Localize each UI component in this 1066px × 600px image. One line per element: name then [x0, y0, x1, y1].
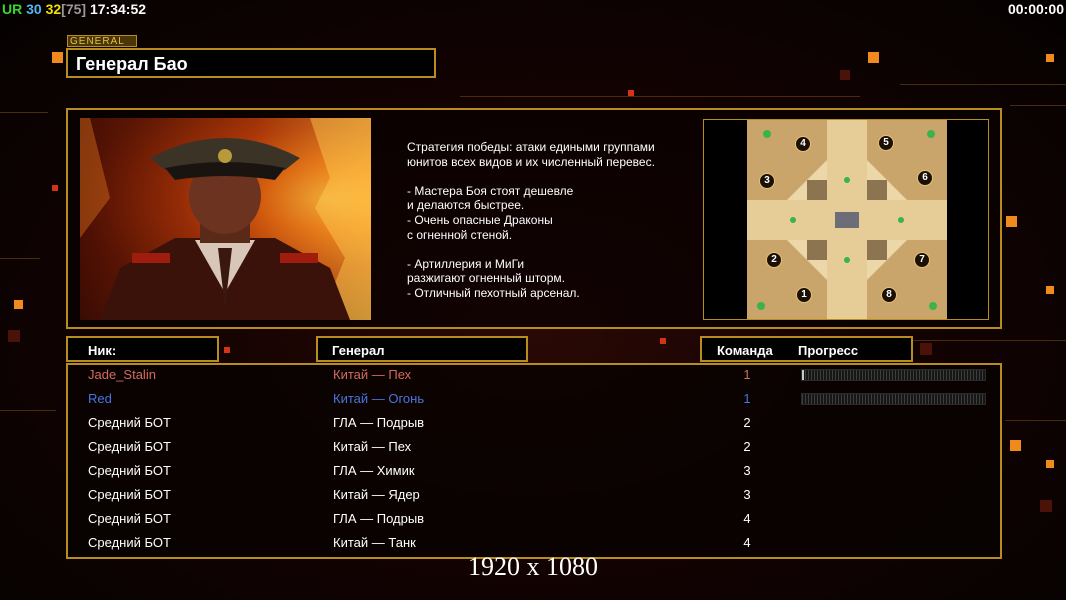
player-row[interactable]: Jade_Stalin Китай — Пех 1 [68, 365, 1000, 389]
map-start-position[interactable]: 6 [917, 170, 933, 186]
player-team: 3 [743, 487, 751, 502]
player-nick: Red [88, 391, 112, 406]
hud-ur-label: UR [2, 1, 23, 17]
player-general: Китай — Пех [333, 367, 412, 382]
column-header-team-progress: Команда Прогресс [700, 336, 913, 362]
column-header-progress-label: Прогресс [798, 343, 859, 358]
map-start-position[interactable]: 8 [881, 287, 897, 303]
general-name: Генерал Бао [76, 54, 188, 74]
player-team: 2 [743, 439, 751, 454]
player-list: Jade_Stalin Китай — Пех 1 Red Китай — Ог… [66, 363, 1002, 559]
player-row[interactable]: Средний БОТ Китай — Ядер 3 [68, 485, 1000, 509]
player-nick: Средний БОТ [88, 439, 171, 454]
description-line: - Мастера Боя стоят дешевле [407, 183, 574, 198]
map-start-position[interactable]: 4 [795, 136, 811, 152]
map-start-position[interactable]: 2 [766, 252, 782, 268]
general-name-box: Генерал Бао [66, 48, 436, 78]
column-header-team-label: Команда [717, 343, 773, 358]
player-team: 4 [743, 535, 751, 550]
general-portrait-image [80, 118, 371, 320]
map-terrain [747, 120, 947, 319]
description-line [407, 169, 687, 184]
map-start-position[interactable]: 7 [914, 252, 930, 268]
player-general: ГЛА — Химик [333, 463, 415, 478]
description-line: - Очень опасные Драконы [407, 212, 553, 227]
player-progress-bar [801, 369, 986, 381]
player-nick: Средний БОТ [88, 535, 171, 550]
player-general: Китай — Танк [333, 535, 416, 550]
map-start-position[interactable]: 5 [878, 135, 894, 151]
description-line [407, 301, 687, 316]
resolution-caption: 1920 x 1080 [468, 552, 598, 581]
description-line: разжигают огненный шторм. [407, 271, 565, 286]
player-general: Китай — Пех [333, 439, 412, 454]
game-lobby-screen: UR 30 32[75] 17:34:52 00:00:00 GENERAL Г… [0, 0, 1066, 600]
player-progress-bar [801, 393, 986, 405]
player-general: ГЛА — Подрыв [333, 415, 425, 430]
player-team: 1 [743, 367, 751, 382]
player-team: 1 [743, 391, 751, 406]
player-nick: Средний БОТ [88, 511, 171, 526]
player-nick: Средний БОТ [88, 415, 171, 430]
player-progress-fill [802, 370, 804, 380]
player-general: ГЛА — Подрыв [333, 511, 425, 526]
description-line: - Артиллерия и МиГи [407, 256, 525, 271]
hud-fps-value: 30 [26, 1, 42, 17]
general-portrait [80, 118, 371, 320]
description-line: и делаются быстрее. [407, 198, 525, 213]
description-line: юнитов всех видов и их численный перевес… [407, 154, 655, 169]
column-header-nick: Ник: [66, 336, 219, 362]
column-header-general: Генерал [316, 336, 528, 362]
map-start-position[interactable]: 1 [796, 287, 812, 303]
player-general: Китай — Ядер [333, 487, 420, 502]
hud-fps-limit: 32 [45, 1, 62, 17]
player-general: Китай — Огонь [333, 391, 425, 406]
player-nick: Средний БОТ [88, 463, 171, 478]
column-header-nick-label: Ник: [88, 343, 117, 358]
player-team: 2 [743, 415, 751, 430]
column-header-general-label: Генерал [332, 343, 385, 358]
player-row[interactable]: Средний БОТ ГЛА — Химик 3 [68, 461, 1000, 485]
player-row[interactable]: Red Китай — Огонь 1 [68, 389, 1000, 413]
description-line: - Отличный пехотный арсенал. [407, 285, 580, 300]
hud-game-timer: 00:00:00 [1007, 1, 1064, 17]
general-section-tag: GENERAL [67, 35, 137, 47]
hud-stats: UR 30 32[75] 17:34:52 [2, 1, 146, 17]
general-strategy-description: Стратегия победы: атаки едиными группами… [407, 140, 687, 315]
player-row[interactable]: Средний БОТ Китай — Пех 2 [68, 437, 1000, 461]
player-row[interactable]: Средний БОТ ГЛА — Подрыв 4 [68, 509, 1000, 533]
hud-fps-cap: [75] [61, 1, 87, 17]
description-line [407, 242, 687, 257]
description-line: с огненной стеной. [407, 227, 513, 242]
map-preview[interactable]: 4 5 3 6 2 7 1 8 [747, 120, 947, 319]
description-line: Стратегия победы: атаки едиными группами [407, 140, 655, 154]
hud-clock: 17:34:52 [89, 1, 147, 17]
player-team: 4 [743, 511, 751, 526]
map-start-position[interactable]: 3 [759, 173, 775, 189]
player-team: 3 [743, 463, 751, 478]
player-nick: Jade_Stalin [88, 367, 156, 382]
player-row[interactable]: Средний БОТ ГЛА — Подрыв 2 [68, 413, 1000, 437]
player-nick: Средний БОТ [88, 487, 171, 502]
